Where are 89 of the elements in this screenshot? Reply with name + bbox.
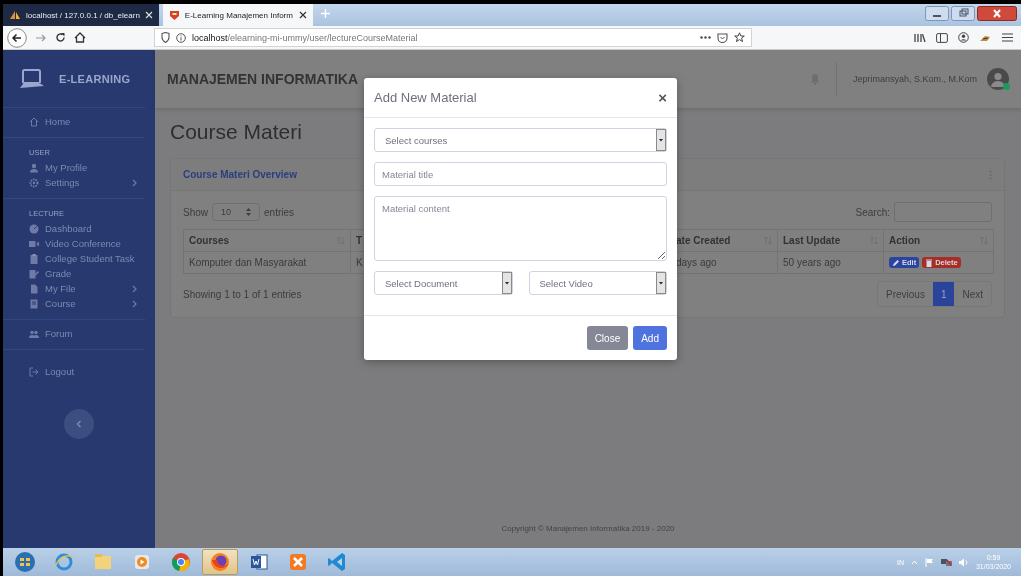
page-title: Course Materi	[170, 120, 302, 144]
start-orb-icon	[14, 551, 36, 573]
browser-tab[interactable]: E-Learning Manajemen Inform	[162, 4, 313, 26]
search-label: Search:	[855, 206, 890, 218]
gauge-icon	[29, 223, 39, 234]
brand-name: E-LEARNING	[59, 72, 131, 85]
reload-icon[interactable]	[55, 32, 66, 43]
menu-icon[interactable]	[1002, 33, 1013, 42]
book-icon	[29, 298, 39, 309]
show-label: Show	[183, 206, 208, 218]
table-cell: Komputer dan Masyarakat	[183, 251, 351, 274]
dropdown-caret-icon[interactable]	[656, 272, 666, 294]
input-field[interactable]: Material title	[374, 162, 667, 186]
logout-icon	[29, 366, 39, 377]
table-cell: 50 years ago	[777, 251, 884, 274]
info-icon	[176, 32, 186, 43]
page-link[interactable]: 1	[932, 282, 955, 306]
select-field[interactable]: Select Document	[374, 271, 513, 295]
url-path: /elearning-mi-ummy/user/lectureCourseMaterial	[227, 32, 418, 43]
code-editor-icon	[326, 551, 348, 573]
chevron-right-icon	[132, 178, 137, 187]
sidebar-item[interactable]: My File	[3, 281, 145, 296]
firefox-icon	[209, 551, 231, 573]
globe-e-icon	[53, 551, 75, 573]
file-icon	[29, 283, 39, 294]
pencil-icon	[892, 258, 900, 267]
close-button[interactable]: Close	[586, 326, 629, 350]
entries-label: entries	[264, 206, 295, 218]
sidebar-item[interactable]: Video Conference	[3, 236, 145, 251]
user-name[interactable]: Jeprimansyah, S.Kom., M.Kom	[852, 74, 977, 84]
account-icon[interactable]	[958, 32, 969, 43]
sidebar-icon[interactable]	[936, 32, 948, 43]
laptop-icon	[19, 67, 45, 90]
video-camera-icon	[29, 238, 39, 249]
home-icon	[29, 116, 39, 127]
select-field[interactable]: Select courses	[374, 128, 667, 152]
forward-icon[interactable]	[35, 32, 47, 43]
address-bar[interactable]: localhost/elearning-mi-ummy/user/lectureCourseMaterial	[154, 28, 752, 47]
sidebar-item[interactable]: Grade	[3, 266, 145, 281]
users-icon	[29, 328, 39, 339]
restore-icon[interactable]	[951, 6, 975, 21]
close-icon[interactable]	[298, 11, 307, 19]
sort-arrows-icon	[246, 208, 251, 216]
modal-title: Add New Material	[374, 90, 478, 105]
star-icon[interactable]	[734, 32, 745, 43]
shield-icon	[161, 32, 170, 43]
back-icon[interactable]	[7, 27, 27, 48]
clipboard-icon	[29, 253, 39, 264]
user-icon	[29, 162, 39, 173]
select-field[interactable]: Select Video	[528, 271, 667, 295]
chrome-icon	[170, 551, 192, 573]
xampp-icon	[287, 551, 309, 573]
avatar[interactable]	[987, 68, 1009, 90]
document-w-icon	[248, 551, 270, 573]
network-icon[interactable]	[940, 557, 952, 567]
pocket-icon[interactable]	[717, 32, 728, 43]
minimize-icon[interactable]	[925, 6, 949, 21]
sidebar-item[interactable]: Dashboard	[3, 221, 145, 236]
taskbar-button[interactable]	[202, 549, 238, 575]
library-icon[interactable]	[914, 32, 926, 43]
entries-select[interactable]: 10	[212, 203, 260, 221]
add-button[interactable]: Add	[633, 326, 667, 350]
column-header[interactable]: Action	[883, 229, 994, 252]
text-area[interactable]: Material content	[374, 196, 667, 261]
dropdown-caret-icon[interactable]	[656, 129, 666, 151]
sidebar-item[interactable]: College Student Task	[3, 251, 145, 266]
site-title: MANAJEMEN INFORMATIKA	[167, 71, 359, 87]
browser-tab[interactable]: localhost / 127.0.0.1 / db_elearn	[3, 4, 159, 26]
sidebar-item[interactable]: Course	[3, 296, 145, 311]
table-info: Showing 1 to 1 of 1 entries	[183, 288, 303, 300]
home-icon[interactable]	[74, 32, 86, 43]
url-host: localhost	[192, 32, 228, 43]
close-button[interactable]: ×	[658, 89, 667, 106]
column-header[interactable]: Courses	[183, 229, 351, 252]
settings-icon	[29, 177, 39, 188]
sidebar-item[interactable]: Settings	[3, 175, 145, 190]
pencil-note-icon	[29, 268, 39, 279]
sidebar-item[interactable]: Logout	[3, 364, 145, 379]
sidebar-item[interactable]: My Profile	[3, 160, 145, 175]
close-icon[interactable]	[977, 6, 1017, 21]
shield-icon	[168, 9, 180, 21]
trash-icon	[925, 258, 934, 267]
column-header[interactable]: Last Update	[777, 229, 884, 252]
sailboat-icon	[9, 10, 21, 20]
sidebar-item[interactable]: Home	[3, 114, 145, 129]
sidebar-item[interactable]: Forum	[3, 326, 145, 341]
card-title: Course Materi Overview	[183, 169, 297, 180]
more-icon[interactable]	[700, 36, 711, 39]
dropdown-caret-icon[interactable]	[501, 272, 512, 294]
